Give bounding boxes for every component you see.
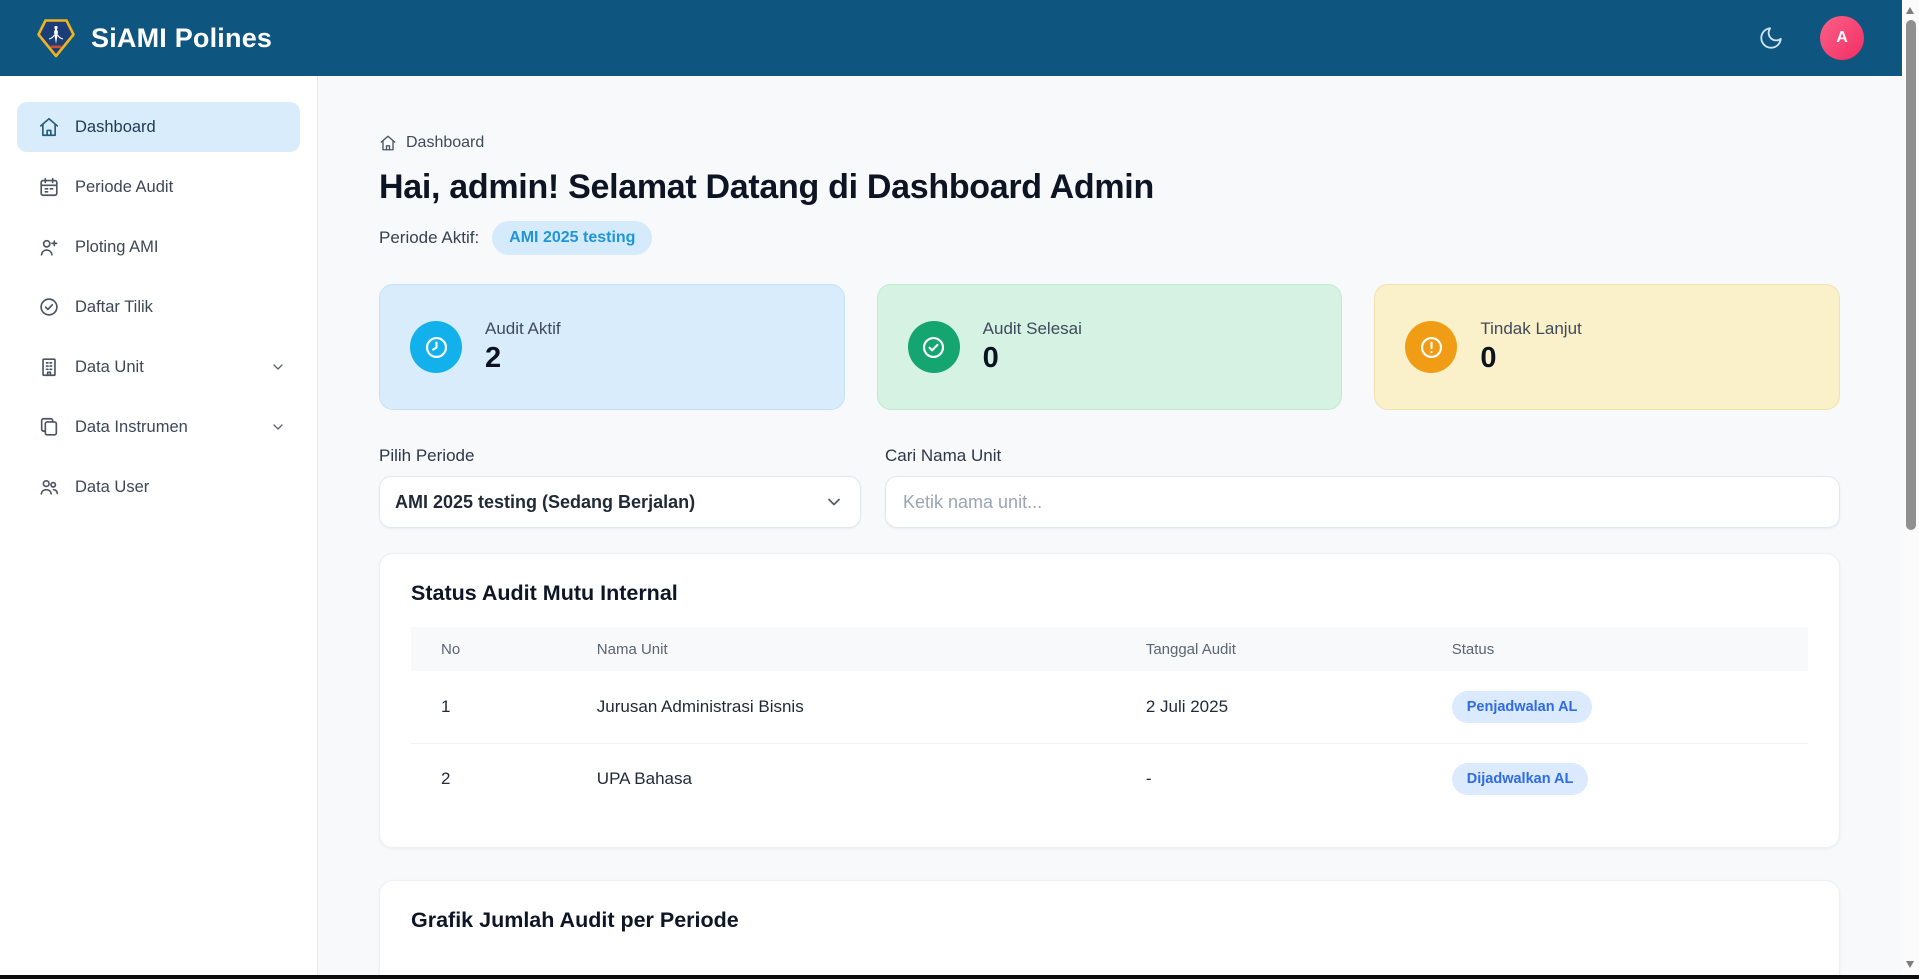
clipboard-icon [38, 416, 60, 438]
stat-value: 0 [983, 342, 1082, 375]
brand[interactable]: SiAMI Polines [36, 18, 272, 58]
stat-card-audit-selesai: Audit Selesai 0 [877, 284, 1343, 410]
sidebar-item-data-user[interactable]: Data User [17, 462, 300, 512]
status-badge[interactable]: Penjadwalan AL [1452, 691, 1593, 723]
chart-panel: Grafik Jumlah Audit per Periode [379, 880, 1840, 975]
app-title: SiAMI Polines [91, 23, 272, 54]
breadcrumb[interactable]: Dashboard [379, 134, 1840, 152]
search-unit-label: Cari Nama Unit [885, 446, 1840, 466]
column-header-tanggal-audit: Tanggal Audit [1146, 627, 1452, 671]
home-icon [379, 134, 397, 152]
clock-icon [410, 321, 462, 373]
table-row: 1 Jurusan Administrasi Bisnis 2 Juli 202… [411, 671, 1808, 743]
periode-select-value: AMI 2025 testing (Sedang Berjalan) [395, 492, 695, 513]
cell-tanggal-audit: - [1146, 743, 1452, 815]
table-row: 2 UPA Bahasa - Dijadwalkan AL [411, 743, 1808, 815]
column-header-status: Status [1452, 627, 1808, 671]
page-scrollbar[interactable] [1902, 0, 1919, 975]
column-header-no: No [411, 627, 597, 671]
scrollbar-thumb[interactable] [1906, 20, 1916, 530]
sidebar: Dashboard Periode Audit Ploting AMI Daft… [0, 76, 318, 975]
search-unit-input[interactable] [885, 476, 1840, 528]
scroll-up-icon[interactable] [1906, 7, 1914, 14]
check-circle-icon [38, 296, 60, 318]
chart-panel-title: Grafik Jumlah Audit per Periode [411, 908, 1808, 933]
status-panel-title: Status Audit Mutu Internal [411, 581, 1808, 606]
chevron-down-icon [270, 419, 286, 435]
table-header-row: No Nama Unit Tanggal Audit Status [411, 627, 1808, 671]
building-icon [38, 356, 60, 378]
sidebar-item-label: Daftar Tilik [75, 298, 153, 317]
check-circle-icon [908, 321, 960, 373]
topbar: SiAMI Polines A [0, 0, 1902, 76]
status-badge[interactable]: Dijadwalkan AL [1452, 763, 1589, 795]
chevron-down-icon [824, 492, 844, 512]
cell-no: 2 [411, 743, 597, 815]
stat-card-tindak-lanjut: Tindak Lanjut 0 [1374, 284, 1840, 410]
sidebar-item-ploting-ami[interactable]: Ploting AMI [17, 222, 300, 272]
column-header-nama-unit: Nama Unit [597, 627, 1146, 671]
sidebar-item-label: Data Instrumen [75, 418, 188, 437]
user-plus-icon [38, 236, 60, 258]
stat-value: 2 [485, 342, 561, 375]
periode-aktif-badge: AMI 2025 testing [492, 221, 652, 255]
cell-no: 1 [411, 671, 597, 743]
stat-card-audit-aktif: Audit Aktif 2 [379, 284, 845, 410]
breadcrumb-label: Dashboard [406, 134, 484, 152]
avatar[interactable]: A [1820, 16, 1864, 60]
users-icon [38, 476, 60, 498]
page-title: Hai, admin! Selamat Datang di Dashboard … [379, 168, 1840, 207]
status-audit-panel: Status Audit Mutu Internal No Nama Unit … [379, 553, 1840, 848]
window-bottom-edge [0, 975, 1919, 979]
calendar-icon [38, 176, 60, 198]
cell-nama-unit: UPA Bahasa [597, 743, 1146, 815]
home-icon [38, 116, 60, 138]
moon-icon[interactable] [1756, 23, 1786, 53]
stat-label: Tindak Lanjut [1480, 319, 1581, 339]
stat-value: 0 [1480, 342, 1581, 375]
sidebar-item-label: Data User [75, 478, 149, 497]
cell-tanggal-audit: 2 Juli 2025 [1146, 671, 1452, 743]
stat-cards: Audit Aktif 2 Audit Selesai 0 Tind [379, 284, 1840, 410]
sidebar-item-label: Data Unit [75, 358, 144, 377]
sidebar-item-dashboard[interactable]: Dashboard [17, 102, 300, 152]
scroll-down-icon[interactable] [1906, 961, 1914, 968]
periode-select-label: Pilih Periode [379, 446, 861, 466]
alert-circle-icon [1405, 321, 1457, 373]
sidebar-item-label: Ploting AMI [75, 238, 158, 257]
main-content: Dashboard Hai, admin! Selamat Datang di … [318, 76, 1902, 975]
cell-nama-unit: Jurusan Administrasi Bisnis [597, 671, 1146, 743]
stat-label: Audit Aktif [485, 319, 561, 339]
polines-logo-icon [36, 18, 76, 58]
sidebar-item-data-unit[interactable]: Data Unit [17, 342, 300, 392]
sidebar-item-label: Periode Audit [75, 178, 173, 197]
sidebar-item-label: Dashboard [75, 118, 156, 137]
chevron-down-icon [270, 359, 286, 375]
sidebar-item-daftar-tilik[interactable]: Daftar Tilik [17, 282, 300, 332]
sidebar-item-data-instrumen[interactable]: Data Instrumen [17, 402, 300, 452]
status-audit-table: No Nama Unit Tanggal Audit Status 1 Juru… [411, 627, 1808, 815]
periode-aktif-label: Periode Aktif: [379, 228, 479, 248]
periode-select[interactable]: AMI 2025 testing (Sedang Berjalan) [379, 476, 861, 528]
stat-label: Audit Selesai [983, 319, 1082, 339]
sidebar-item-periode-audit[interactable]: Periode Audit [17, 162, 300, 212]
